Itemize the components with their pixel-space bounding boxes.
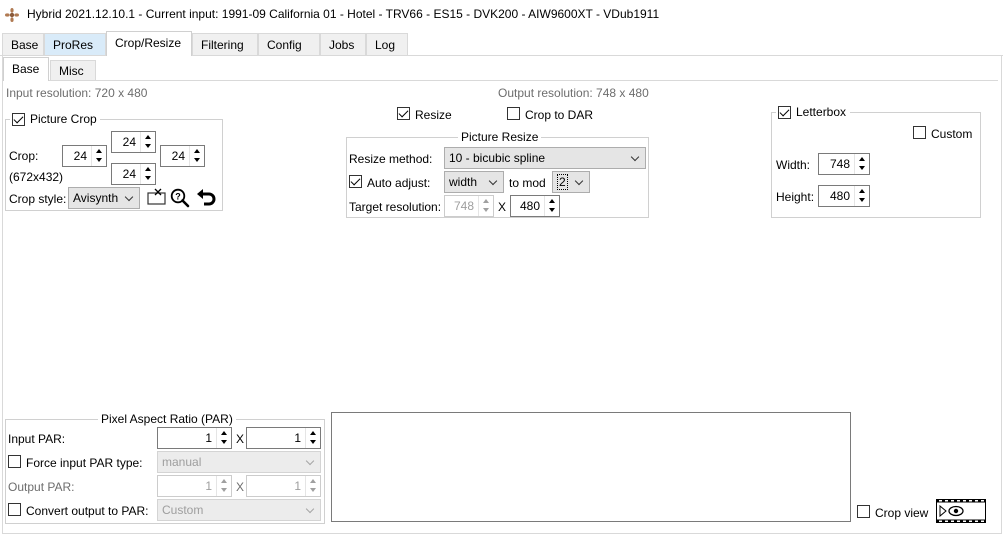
- output-par-x-separator: X: [236, 480, 245, 494]
- convert-par-label: Convert output to PAR:: [26, 504, 149, 518]
- resize-label: Resize: [415, 108, 452, 122]
- tab-config[interactable]: Config: [258, 33, 320, 55]
- letterbox-label: Letterbox: [796, 105, 847, 119]
- target-x-separator: X: [498, 200, 507, 214]
- tab-base[interactable]: Base: [2, 33, 44, 55]
- crop-right-spinbox[interactable]: 24: [160, 145, 205, 167]
- input-par-x-separator: X: [236, 432, 245, 446]
- convert-par-select[interactable]: Custom: [157, 499, 321, 521]
- preview-player-icon[interactable]: [936, 499, 986, 523]
- window-title: Hybrid 2021.12.10.1 - Current input: 199…: [27, 7, 660, 21]
- resize-checkbox[interactable]: [397, 107, 410, 120]
- crop-style-select[interactable]: Avisynth: [68, 187, 140, 209]
- subtab-divider: [2, 80, 998, 81]
- crop-view-label: Crop view: [875, 506, 929, 520]
- force-par-checkbox[interactable]: [8, 455, 21, 468]
- crop-size: (672x432): [9, 170, 64, 184]
- target-height-spinbox[interactable]: 480: [510, 195, 560, 217]
- to-mod-label: to mod: [509, 176, 546, 190]
- letterbox-custom-checkbox[interactable]: [913, 126, 926, 139]
- svg-text:?: ?: [175, 192, 181, 202]
- output-par-a-spinbox[interactable]: 1: [157, 475, 232, 497]
- auto-crop-icon[interactable]: [146, 188, 168, 206]
- auto-adjust-select[interactable]: width: [444, 171, 504, 193]
- output-resolution: Output resolution: 748 x 480: [498, 86, 649, 100]
- input-par-label: Input PAR:: [8, 432, 66, 446]
- par-title: Pixel Aspect Ratio (PAR): [98, 412, 236, 426]
- crop-label: Crop:: [9, 149, 39, 163]
- crop-left-spinbox[interactable]: 24: [62, 145, 107, 167]
- input-resolution: Input resolution: 720 x 480: [6, 86, 148, 100]
- letterbox-height-spinbox[interactable]: 480: [818, 185, 870, 207]
- letterbox-width-spinbox[interactable]: 748: [818, 153, 870, 175]
- picture-crop-checkbox[interactable]: [12, 113, 25, 126]
- output-par-label: Output PAR:: [8, 480, 75, 494]
- convert-par-checkbox[interactable]: [8, 503, 21, 516]
- input-par-a-spinbox[interactable]: 1: [157, 427, 232, 449]
- crop-style-label: Crop style:: [9, 192, 67, 206]
- output-par-b-spinbox[interactable]: 1: [246, 475, 321, 497]
- crop-to-dar-label: Crop to DAR: [525, 108, 594, 122]
- letterbox-width-label: Width:: [776, 158, 811, 172]
- tab-prores[interactable]: ProRes: [44, 33, 106, 55]
- target-width-spinbox[interactable]: 748: [444, 195, 494, 217]
- auto-adjust-checkbox[interactable]: [349, 175, 362, 188]
- tab-filtering[interactable]: Filtering: [192, 33, 258, 55]
- force-par-label: Force input PAR type:: [26, 456, 143, 470]
- subtab-base[interactable]: Base: [3, 57, 49, 81]
- tab-jobs[interactable]: Jobs: [320, 33, 366, 55]
- tab-crop-resize[interactable]: Crop/Resize: [106, 31, 192, 56]
- target-resolution-label: Target resolution:: [349, 200, 442, 214]
- letterbox-header: Letterbox: [776, 105, 850, 121]
- crop-bottom-spinbox[interactable]: 24: [111, 163, 156, 185]
- tab-log[interactable]: Log: [366, 33, 408, 55]
- resize-method-select[interactable]: 10 - bicubic spline: [444, 147, 646, 169]
- undo-icon[interactable]: [196, 187, 218, 209]
- resize-method-label: Resize method:: [349, 152, 433, 166]
- picture-resize-title: Picture Resize: [458, 130, 542, 144]
- letterbox-height-label: Height:: [776, 190, 815, 204]
- crop-top-spinbox[interactable]: 24: [111, 131, 156, 153]
- letterbox-custom-label: Custom: [931, 127, 973, 141]
- auto-adjust-label: Auto adjust:: [367, 176, 431, 190]
- preview-area: [331, 412, 851, 522]
- input-par-b-spinbox[interactable]: 1: [246, 427, 321, 449]
- letterbox-checkbox[interactable]: [778, 106, 791, 119]
- crop-view-checkbox[interactable]: [857, 505, 870, 518]
- zoom-help-icon[interactable]: ?: [170, 188, 190, 208]
- subtab-misc[interactable]: Misc: [50, 60, 96, 80]
- app-icon: [5, 8, 19, 22]
- crop-to-dar-checkbox[interactable]: [507, 107, 520, 120]
- picture-crop-header: Picture Crop: [10, 112, 100, 128]
- force-par-select[interactable]: manual: [157, 451, 321, 473]
- picture-crop-label: Picture Crop: [30, 112, 97, 126]
- mod-select[interactable]: 2: [552, 171, 590, 193]
